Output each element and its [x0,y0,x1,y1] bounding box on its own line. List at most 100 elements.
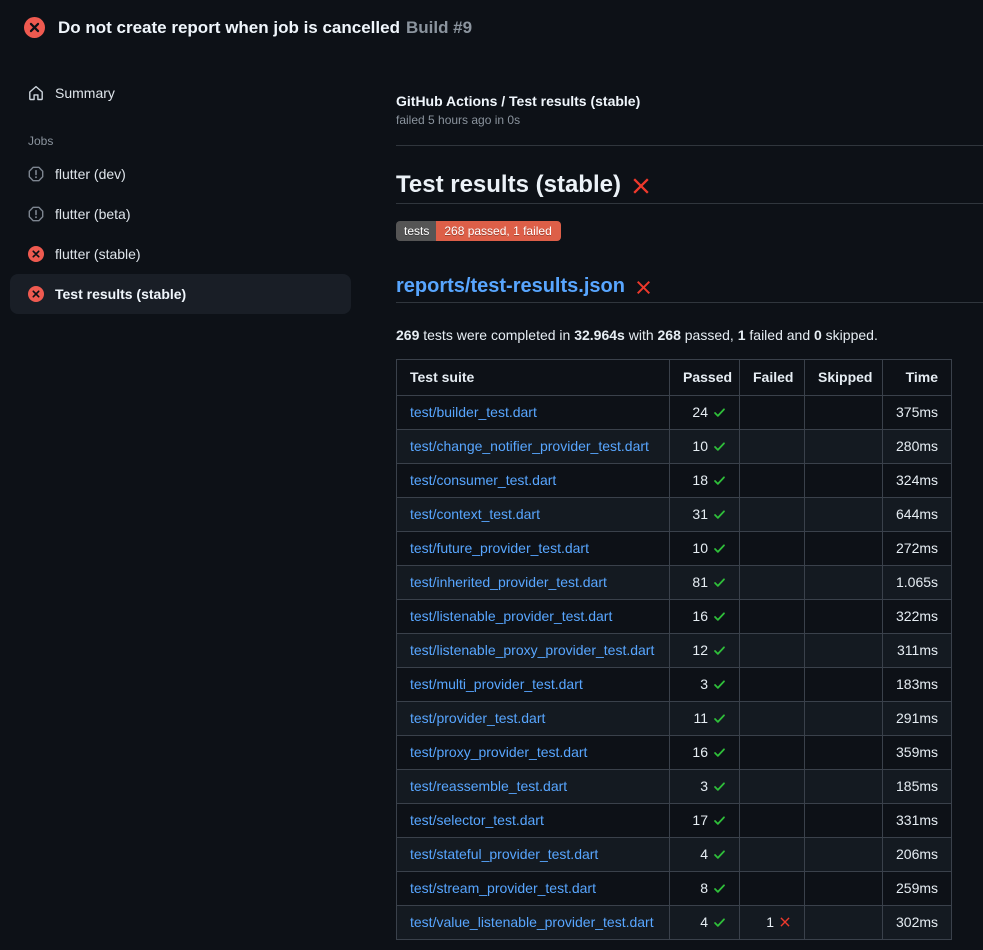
sidebar-item-flutter-dev[interactable]: flutter (dev) [10,154,351,194]
sidebar-item-label: flutter (stable) [55,246,141,262]
test-suite-link[interactable]: test/builder_test.dart [410,404,537,420]
breadcrumb: GitHub Actions / Test results (stable) [396,93,983,109]
suite-cell: test/multi_provider_test.dart [397,668,670,702]
summary-segment: skipped. [822,327,878,343]
column-header-failed: Failed [740,360,805,396]
failed-cell [740,668,805,702]
table-row: test/builder_test.dart24375ms [397,396,952,430]
tests-badge: tests 268 passed, 1 failed [396,221,561,241]
report-file-link[interactable]: reports/test-results.json [396,276,625,297]
passed-cell: 4 [670,906,740,940]
test-suite-link[interactable]: test/change_notifier_provider_test.dart [410,438,649,454]
passed-cell: 11 [670,702,740,736]
run-status-line: failed 5 hours ago in 0s [396,113,983,127]
test-suite-link[interactable]: test/consumer_test.dart [410,472,556,488]
summary-segment: 32.964s [574,327,625,343]
table-row: test/stream_provider_test.dart8259ms [397,872,952,906]
check-icon [713,882,726,895]
check-icon [713,814,726,827]
skipped-cell [805,804,883,838]
check-icon [713,542,726,555]
suite-cell: test/inherited_provider_test.dart [397,566,670,600]
summary-segment: tests were completed in [419,327,574,343]
column-header-time: Time [883,360,952,396]
time-cell: 272ms [883,532,952,566]
suite-cell: test/listenable_proxy_provider_test.dart [397,634,670,668]
skipped-cell [805,668,883,702]
failed-cell [740,702,805,736]
sidebar-item-summary[interactable]: Summary [10,73,351,113]
suite-cell: test/context_test.dart [397,498,670,532]
failed-cell [740,736,805,770]
time-cell: 280ms [883,430,952,464]
sidebar-item-flutter-beta[interactable]: flutter (beta) [10,194,351,234]
passed-cell: 17 [670,804,740,838]
test-suite-link[interactable]: test/selector_test.dart [410,812,544,828]
failed-cell [740,464,805,498]
summary-segment: 269 [396,327,419,343]
skipped-cell [805,430,883,464]
test-suite-link[interactable]: test/stateful_provider_test.dart [410,846,598,862]
suite-cell: test/change_notifier_provider_test.dart [397,430,670,464]
sidebar-summary-label: Summary [55,85,115,101]
app-header: Do not create report when job is cancell… [0,0,983,54]
build-number: Build #9 [406,18,472,37]
sidebar: Summary Jobs flutter (dev)flutter (beta)… [0,54,386,314]
passed-cell: 12 [670,634,740,668]
column-header-skipped: Skipped [805,360,883,396]
table-row: test/selector_test.dart17331ms [397,804,952,838]
test-suite-link[interactable]: test/reassemble_test.dart [410,778,567,794]
table-row: test/listenable_proxy_provider_test.dart… [397,634,952,668]
home-icon [28,85,44,101]
sidebar-item-flutter-stable[interactable]: flutter (stable) [10,234,351,274]
test-suite-link[interactable]: test/listenable_provider_test.dart [410,608,612,624]
time-cell: 311ms [883,634,952,668]
suite-cell: test/listenable_provider_test.dart [397,600,670,634]
test-suite-link[interactable]: test/context_test.dart [410,506,540,522]
test-suite-link[interactable]: test/future_provider_test.dart [410,540,589,556]
test-suite-link[interactable]: test/inherited_provider_test.dart [410,574,607,590]
divider [396,145,983,146]
check-icon [713,780,726,793]
suite-cell: test/selector_test.dart [397,804,670,838]
column-header-test-suite: Test suite [397,360,670,396]
test-suite-link[interactable]: test/provider_test.dart [410,710,545,726]
suite-cell: test/consumer_test.dart [397,464,670,498]
test-results-table: Test suitePassedFailedSkippedTime test/b… [396,359,952,940]
test-suite-link[interactable]: test/value_listenable_provider_test.dart [410,914,654,930]
report-title: reports/test-results.json [396,276,983,303]
failed-status-icon [28,286,44,302]
suite-cell: test/provider_test.dart [397,702,670,736]
suite-cell: test/value_listenable_provider_test.dart [397,906,670,940]
table-header-row: Test suitePassedFailedSkippedTime [397,360,952,396]
failed-cell [740,872,805,906]
suite-cell: test/proxy_provider_test.dart [397,736,670,770]
check-icon [713,508,726,521]
suite-cell: test/future_provider_test.dart [397,532,670,566]
summary-segment: passed, [681,327,738,343]
check-icon [713,848,726,861]
test-suite-link[interactable]: test/multi_provider_test.dart [410,676,583,692]
check-icon [713,712,726,725]
check-icon [713,916,726,929]
passed-cell: 10 [670,430,740,464]
passed-cell: 8 [670,872,740,906]
skipped-cell [805,464,883,498]
passed-cell: 31 [670,498,740,532]
table-row: test/future_provider_test.dart10272ms [397,532,952,566]
sidebar-item-test-results-stable[interactable]: Test results (stable) [10,274,351,314]
suite-cell: test/builder_test.dart [397,396,670,430]
skipped-cell [805,634,883,668]
suite-cell: test/stream_provider_test.dart [397,872,670,906]
failed-cell [740,430,805,464]
build-failure-icon [24,17,45,38]
test-suite-link[interactable]: test/stream_provider_test.dart [410,880,596,896]
tests-badge-label: tests [396,221,436,241]
test-suite-link[interactable]: test/listenable_proxy_provider_test.dart [410,642,654,658]
check-icon [713,746,726,759]
skipped-cell [805,532,883,566]
failed-cell [740,566,805,600]
cross-icon [779,916,791,928]
test-suite-link[interactable]: test/proxy_provider_test.dart [410,744,587,760]
time-cell: 375ms [883,396,952,430]
